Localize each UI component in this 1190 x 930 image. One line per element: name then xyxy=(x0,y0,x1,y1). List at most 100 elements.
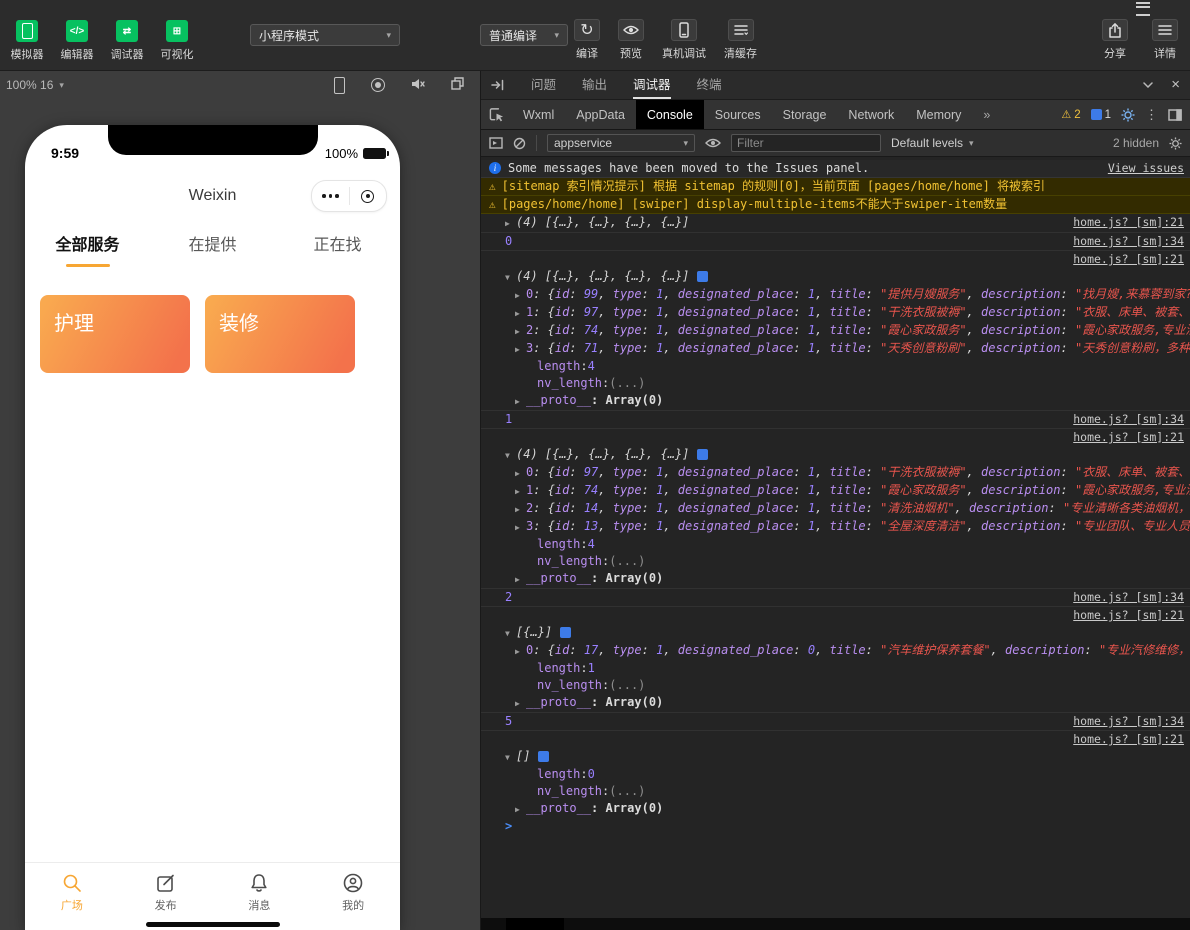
record-icon[interactable] xyxy=(371,78,385,92)
copy-icon[interactable] xyxy=(538,751,550,762)
tab-terminal[interactable]: 终端 xyxy=(697,70,722,99)
context-select[interactable]: appservice ▾ xyxy=(547,134,695,152)
expand-arrow-icon[interactable]: ▶ xyxy=(515,341,526,357)
console-sidebar-icon[interactable] xyxy=(489,137,503,149)
tab-issues[interactable]: 问题 xyxy=(531,70,556,99)
tab-seeking[interactable]: 正在找 xyxy=(275,231,400,267)
zoom-control[interactable]: 100% 16 ▾ xyxy=(6,78,64,92)
tab-network[interactable]: Network xyxy=(837,100,905,129)
main-menu-icon[interactable] xyxy=(1136,2,1150,16)
console-object-row[interactable]: ▶ 2: {id: 14, type: 1, designated_place: … xyxy=(481,500,1190,518)
source-link[interactable]: home.js? [sm]:34 xyxy=(1059,714,1184,729)
compile-button[interactable]: ↻ 编译 xyxy=(574,19,600,61)
device-icon[interactable] xyxy=(334,76,345,94)
share-button[interactable]: 分享 xyxy=(1102,19,1128,61)
issue-count-badge[interactable]: 1 xyxy=(1090,109,1111,121)
sound-icon[interactable] xyxy=(411,78,425,93)
tab-console[interactable]: Console xyxy=(635,100,704,129)
debugger-toggle-button[interactable]: ⇄ 调试器 xyxy=(104,20,150,62)
console-property-row[interactable]: length: 4 xyxy=(481,536,1190,553)
expand-arrow-icon[interactable]: ▶ xyxy=(515,571,526,587)
console-object-row[interactable]: ▶ 3: {id: 13, type: 1, designated_place: … xyxy=(481,518,1190,536)
tab-appdata[interactable]: AppData xyxy=(565,100,636,129)
capsule-menu[interactable] xyxy=(311,180,387,212)
copy-icon[interactable] xyxy=(560,627,572,638)
expand-arrow-icon[interactable]: ▶ xyxy=(515,393,526,409)
source-link[interactable]: home.js? [sm]:34 xyxy=(1059,590,1184,605)
multi-window-icon[interactable] xyxy=(451,77,464,93)
kebab-menu-icon[interactable]: ⋮ xyxy=(1145,107,1158,123)
expand-arrow-icon[interactable]: ▼ xyxy=(505,625,516,641)
dock-panel-icon[interactable] xyxy=(491,79,505,91)
view-issues-link[interactable]: View issues xyxy=(1094,161,1184,176)
console-log-row[interactable]: ▼ (4) [{…}, {…}, {…}, {…}] xyxy=(481,446,1190,464)
tabbar-plaza[interactable]: 广场 xyxy=(25,863,119,921)
tab-providing[interactable]: 在提供 xyxy=(150,231,275,267)
levels-select[interactable]: Default levels ▾ xyxy=(891,136,974,150)
more-menu-icon[interactable] xyxy=(312,181,349,211)
console-log-row[interactable]: ▼[] xyxy=(481,748,1190,766)
visualizer-toggle-button[interactable]: ⊞ 可视化 xyxy=(154,20,200,62)
filter-input[interactable] xyxy=(731,134,881,152)
console-proto-row[interactable]: ▶ __proto__: Array(0) xyxy=(481,694,1190,713)
expand-arrow-icon[interactable]: ▶ xyxy=(515,323,526,339)
console-property-row[interactable]: nv_length: (...) xyxy=(481,677,1190,694)
tab-sources[interactable]: Sources xyxy=(704,100,772,129)
console-property-row[interactable]: length: 0 xyxy=(481,766,1190,783)
console-property-row[interactable]: nv_length: (...) xyxy=(481,783,1190,800)
card-decoration[interactable]: 装修 xyxy=(205,295,355,373)
source-link[interactable]: home.js? [sm]:21 xyxy=(1059,215,1184,230)
console-object-row[interactable]: ▶ 0: {id: 97, type: 1, designated_place: … xyxy=(481,464,1190,482)
console-object-row[interactable]: ▶ 2: {id: 74, type: 1, designated_place: … xyxy=(481,322,1190,340)
warning-count-badge[interactable]: ⚠ 2 xyxy=(1061,108,1080,122)
card-nursing[interactable]: 护理 xyxy=(40,295,190,373)
tabbar-publish[interactable]: 发布 xyxy=(119,863,213,921)
console-proto-row[interactable]: ▶ __proto__: Array(0) xyxy=(481,392,1190,411)
copy-icon[interactable] xyxy=(697,271,709,282)
tab-output[interactable]: 输出 xyxy=(582,70,607,99)
tab-memory[interactable]: Memory xyxy=(905,100,972,129)
clear-cache-button[interactable]: 清缓存 xyxy=(724,19,757,61)
console-object-row[interactable]: ▶ 0: {id: 99, type: 1, designated_place: … xyxy=(481,286,1190,304)
close-icon[interactable]: × xyxy=(1171,77,1180,92)
tabbar-messages[interactable]: 消息 xyxy=(213,863,307,921)
expand-arrow-icon[interactable]: ▼ xyxy=(505,269,516,285)
expand-arrow-icon[interactable]: ▶ xyxy=(515,695,526,711)
console-property-row[interactable]: length: 1 xyxy=(481,660,1190,677)
tab-all-services[interactable]: 全部服务 xyxy=(25,231,150,267)
expand-arrow-icon[interactable]: ▶ xyxy=(515,483,526,499)
source-link[interactable]: home.js? [sm]:21 xyxy=(1059,252,1184,267)
source-link[interactable]: home.js? [sm]:21 xyxy=(1059,608,1184,623)
console-object-row[interactable]: ▶ 1: {id: 74, type: 1, designated_place: … xyxy=(481,482,1190,500)
expand-arrow-icon[interactable]: ▶ xyxy=(515,465,526,481)
console-object-row[interactable]: ▶ 3: {id: 71, type: 1, designated_place: … xyxy=(481,340,1190,358)
capsule-home-icon[interactable] xyxy=(350,181,387,211)
editor-toggle-button[interactable]: </> 编辑器 xyxy=(54,20,100,62)
console-proto-row[interactable]: ▶ __proto__: Array(0) xyxy=(481,570,1190,589)
source-link[interactable]: home.js? [sm]:34 xyxy=(1059,234,1184,249)
compile-mode-select[interactable]: 普通编译 ▾ xyxy=(480,24,568,46)
tabbar-profile[interactable]: 我的 xyxy=(306,863,400,921)
settings-gear-icon[interactable] xyxy=(1121,108,1135,122)
inspect-element-icon[interactable] xyxy=(481,100,512,129)
detail-button[interactable]: 详情 xyxy=(1152,19,1178,61)
copy-icon[interactable] xyxy=(697,449,709,460)
console-object-row[interactable]: ▶ 1: {id: 97, type: 1, designated_place: … xyxy=(481,304,1190,322)
source-link[interactable]: home.js? [sm]:34 xyxy=(1059,412,1184,427)
source-link[interactable]: home.js? [sm]:21 xyxy=(1059,430,1184,445)
tab-storage[interactable]: Storage xyxy=(772,100,838,129)
more-tabs-icon[interactable]: » xyxy=(972,100,1001,129)
console-proto-row[interactable]: ▶ __proto__: Array(0) xyxy=(481,800,1190,818)
preview-button[interactable]: 预览 xyxy=(618,19,644,61)
expand-arrow-icon[interactable]: ▼ xyxy=(505,447,516,463)
expand-arrow-icon[interactable]: ▼ xyxy=(505,749,516,765)
expand-arrow-icon[interactable]: ▶ xyxy=(515,643,526,659)
expand-arrow-icon[interactable]: ▶ xyxy=(515,287,526,303)
mode-select[interactable]: 小程序模式 ▾ xyxy=(250,24,400,46)
device-debug-button[interactable]: 真机调试 xyxy=(662,19,706,61)
console-property-row[interactable]: nv_length: (...) xyxy=(481,375,1190,392)
clear-console-icon[interactable] xyxy=(513,137,526,150)
expand-arrow-icon[interactable]: ▶ xyxy=(515,801,526,817)
eye-icon[interactable] xyxy=(705,137,721,149)
tab-wxml[interactable]: Wxml xyxy=(512,100,565,129)
